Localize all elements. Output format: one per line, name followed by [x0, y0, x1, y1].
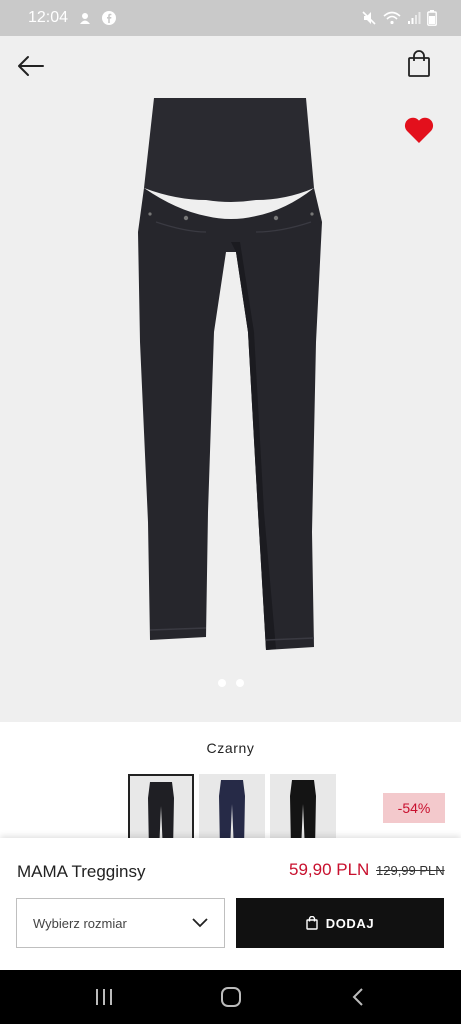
facebook-icon: [102, 11, 117, 25]
recent-apps-button[interactable]: [79, 972, 129, 1022]
size-select[interactable]: Wybierz rozmiar: [16, 898, 225, 948]
price-original: 129,99 PLN: [376, 863, 445, 878]
shopping-bag-button[interactable]: [399, 44, 439, 84]
battery-icon: [427, 10, 437, 26]
swatch-navy[interactable]: [199, 774, 265, 846]
mute-icon: [361, 10, 377, 26]
add-to-cart-button[interactable]: DODAJ: [236, 898, 444, 948]
size-select-label: Wybierz rozmiar: [33, 915, 127, 931]
swatch-thumbnail: [148, 782, 174, 844]
color-name: Czarny: [206, 740, 255, 756]
system-back-button[interactable]: [333, 972, 383, 1022]
recent-apps-icon: [95, 989, 112, 1005]
arrow-left-icon: [18, 56, 44, 76]
shopping-bag-icon: [306, 916, 318, 930]
heart-icon: [404, 117, 434, 143]
pagination-dot[interactable]: [235, 679, 244, 687]
favorite-button[interactable]: [399, 110, 439, 150]
chevron-down-icon: [192, 918, 208, 928]
price-current: 59,90 PLN: [289, 860, 370, 879]
swatch-black-plain[interactable]: [270, 774, 336, 846]
product-gallery[interactable]: [0, 36, 461, 722]
wifi-icon: [383, 11, 401, 25]
add-to-cart-label: DODAJ: [325, 915, 375, 931]
swatch-thumbnail: [290, 780, 316, 846]
swatch-thumbnail: [219, 780, 245, 846]
signal-icon: [407, 11, 421, 25]
purchase-panel: MAMA Tregginsy 59,90 PLN 129,99 PLN Wybi…: [0, 838, 461, 970]
swatch-black[interactable]: [128, 774, 194, 846]
status-bar: 12:04: [0, 0, 461, 36]
product-name: MAMA Tregginsy: [17, 862, 146, 881]
home-icon: [220, 987, 241, 1007]
notification-icon: [78, 11, 92, 25]
color-swatches: [128, 774, 336, 846]
gallery-pagination: [0, 679, 461, 687]
pagination-dot[interactable]: [217, 679, 226, 687]
shopping-bag-icon: [408, 50, 430, 77]
status-time: 12:04: [28, 9, 69, 26]
system-nav-bar: [0, 970, 461, 1024]
product-sheet: Czarny -54% MAMA Tregginsy 59,90 PLN 129…: [0, 722, 461, 970]
back-button[interactable]: [11, 46, 51, 86]
home-button[interactable]: [206, 972, 256, 1022]
product-photo: [136, 92, 326, 697]
discount-badge: -54%: [383, 793, 445, 823]
chevron-left-icon: [352, 988, 363, 1006]
